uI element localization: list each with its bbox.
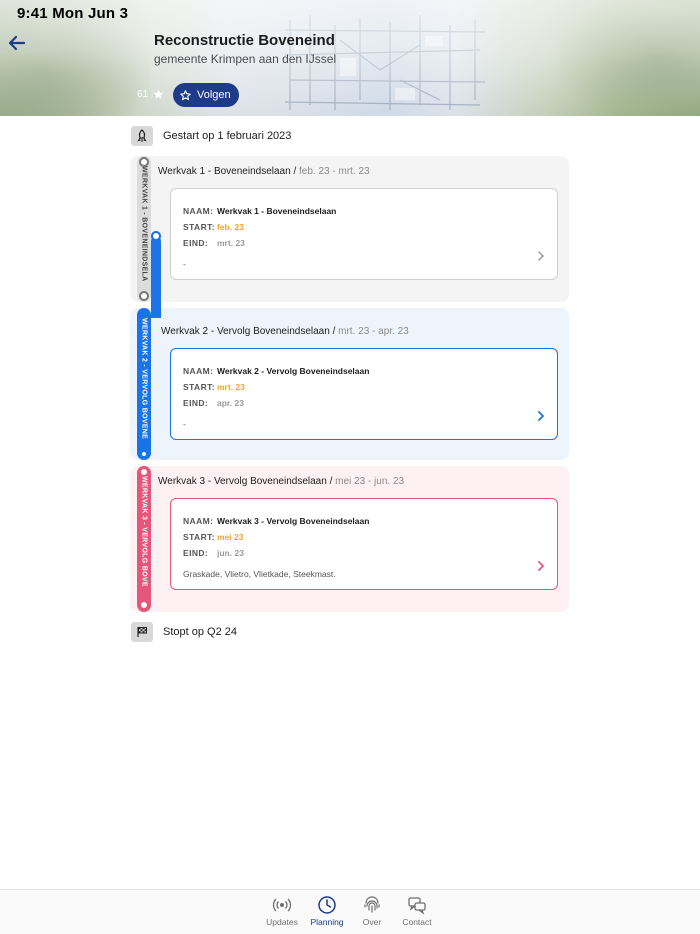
- start-label: START:: [183, 532, 215, 542]
- tab-over[interactable]: Over: [347, 895, 397, 927]
- phase-description: -: [183, 259, 186, 269]
- star-icon: [153, 89, 164, 99]
- chat-icon: [408, 897, 426, 915]
- phase-start: mei 23: [217, 532, 244, 542]
- end-milestone: Stopt op Q2 24: [131, 622, 237, 642]
- tab-label: Contact: [402, 917, 432, 927]
- status-bar-time: 9:41 Mon Jun 3: [17, 5, 129, 22]
- chevron-right-icon: [538, 411, 545, 421]
- chevron-right-icon: [538, 251, 545, 261]
- phase-rail-label-1: WERKVAK 1 - BOVENEINDSELA: [140, 166, 148, 282]
- phase-heading-3: Werkvak 3 - Vervolg Boveneindselaan / me…: [158, 476, 404, 487]
- phase-end: mrt. 23: [217, 238, 245, 248]
- phase-start-dot-1: [139, 157, 149, 167]
- end-label: EIND:: [183, 548, 209, 558]
- start-milestone-label: Gestart op 1 februari 2023: [163, 130, 292, 142]
- start-milestone: Gestart op 1 februari 2023: [131, 126, 291, 146]
- phase-heading-2: Werkvak 2 - Vervolg Boveneindselaan / mr…: [161, 326, 409, 337]
- star-outline-icon: [180, 89, 191, 100]
- follower-count: 61: [137, 89, 164, 100]
- end-label: EIND:: [183, 398, 209, 408]
- phase-heading-range: mrt. 23 - apr. 23: [338, 326, 409, 337]
- phase-section-2: WERKVAK 2 - VERVOLG BOVENE Werkvak 2 - V…: [130, 231, 569, 460]
- phase-start: feb. 23: [217, 222, 244, 232]
- phase-card-3[interactable]: NAAM: Werkvak 3 - Vervolg Boveneindselaan…: [170, 498, 558, 590]
- back-arrow-icon[interactable]: [6, 32, 28, 54]
- phase-end: apr. 23: [217, 398, 244, 408]
- phase-name: Werkvak 1 - Boveneindselaan: [217, 206, 337, 216]
- chevron-right-icon: [538, 561, 545, 571]
- phase-connector: [151, 236, 161, 318]
- tab-bar: Updates Planning Over Contact: [0, 889, 700, 934]
- phase-rail-label-2: WERKVAK 2 - VERVOLG BOVENE: [140, 318, 148, 440]
- tab-contact[interactable]: Contact: [392, 895, 442, 927]
- end-label: EIND:: [183, 238, 209, 248]
- phase-description: -: [183, 419, 186, 429]
- name-label: NAAM:: [183, 206, 214, 216]
- phase-end: jun. 23: [217, 548, 244, 558]
- checkered-flag-icon: [131, 622, 153, 642]
- phase-card-2[interactable]: NAAM: Werkvak 2 - Vervolg Boveneindselaan…: [170, 348, 558, 440]
- phase-heading-name: Werkvak 2 - Vervolg Boveneindselaan /: [161, 326, 336, 337]
- clock-icon: [318, 896, 336, 914]
- phase-rail-label-3: WERKVAK 3 - VERVOLG BOVE: [140, 476, 148, 587]
- phase-start: mrt. 23: [217, 382, 245, 392]
- name-label: NAAM:: [183, 366, 214, 376]
- phase-section-3: WERKVAK 3 - VERVOLG BOVE Werkvak 3 - Ver…: [130, 466, 569, 612]
- end-milestone-label: Stopt op Q2 24: [163, 626, 237, 638]
- phase-section-1: WERKVAK 1 - BOVENEINDSELA Werkvak 1 - Bo…: [130, 156, 569, 302]
- broadcast-icon: [272, 898, 292, 912]
- fingerprint-icon: [364, 896, 380, 913]
- follow-button-label: Volgen: [197, 89, 231, 101]
- phase-start-dot-3: [139, 467, 149, 477]
- follower-count-value: 61: [137, 89, 149, 100]
- phase-description: Graskade, Vlietro, Vlietkade, Steekmast.: [183, 569, 336, 579]
- phase-start-dot-2b: [151, 231, 161, 241]
- tab-label: Updates: [266, 917, 298, 927]
- start-label: START:: [183, 382, 215, 392]
- rocket-icon: [131, 126, 153, 146]
- phase-heading-1: Werkvak 1 - Boveneindselaan / feb. 23 - …: [158, 166, 370, 177]
- phase-heading-name: Werkvak 1 - Boveneindselaan /: [158, 166, 297, 177]
- phase-card-1[interactable]: NAAM: Werkvak 1 - Boveneindselaan START: f…: [170, 188, 558, 280]
- phase-name: Werkvak 2 - Vervolg Boveneindselaan: [217, 366, 370, 376]
- phase-heading-range: mei 23 - jun. 23: [335, 476, 405, 487]
- page-title: Reconstructie Boveneind: [154, 32, 335, 49]
- phase-heading-name: Werkvak 3 - Vervolg Boveneindselaan /: [158, 476, 333, 487]
- tab-planning[interactable]: Planning: [302, 895, 352, 927]
- follow-button[interactable]: Volgen: [173, 83, 239, 107]
- phase-end-dot-2: [140, 450, 148, 458]
- phase-end-dot-1: [139, 291, 149, 301]
- tab-updates[interactable]: Updates: [257, 895, 307, 927]
- start-label: START:: [183, 222, 215, 232]
- project-header: 9:41 Mon Jun 3 Reconstructie Boveneind g…: [0, 0, 700, 116]
- tab-label: Planning: [310, 917, 344, 927]
- tab-label: Over: [362, 917, 382, 927]
- phase-name: Werkvak 3 - Vervolg Boveneindselaan: [217, 516, 370, 526]
- name-label: NAAM:: [183, 516, 214, 526]
- phase-heading-range: feb. 23 - mrt. 23: [299, 166, 370, 177]
- phase-end-dot-3: [139, 600, 149, 610]
- page-subtitle: gemeente Krimpen aan den IJssel: [154, 52, 337, 66]
